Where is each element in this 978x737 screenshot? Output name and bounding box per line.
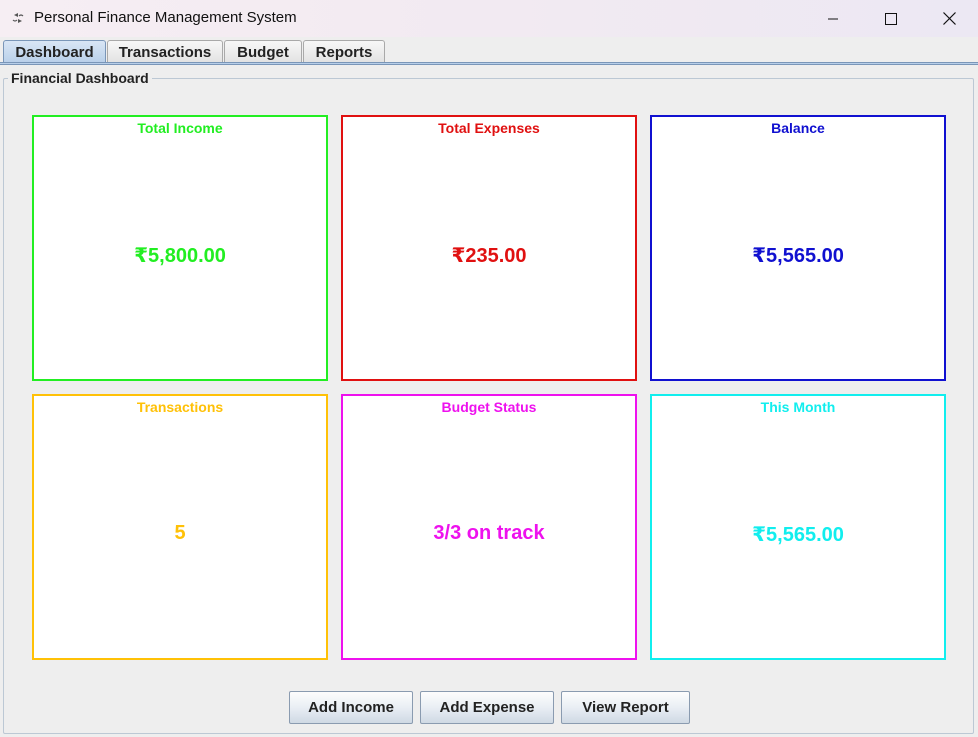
minimize-icon [828,18,838,19]
add-income-button[interactable]: Add Income [289,691,413,724]
card-value: ₹5,565.00 [752,524,844,546]
tab-transactions[interactable]: Transactions [107,40,223,63]
window-title: Personal Finance Management System [34,9,297,26]
panel-title: Financial Dashboard [8,70,152,86]
balance-card: Balance ₹5,565.00 [650,115,946,381]
card-value: ₹235.00 [451,245,527,267]
title-bar: Personal Finance Management System [0,0,978,37]
tab-strip: Dashboard Transactions Budget Reports [0,37,978,65]
total-income-card: Total Income ₹5,800.00 [32,115,328,381]
view-report-button[interactable]: View Report [561,691,690,724]
card-value: 3/3 on track [433,522,545,544]
tab-dashboard[interactable]: Dashboard [3,40,106,63]
card-value: ₹5,565.00 [752,245,844,267]
card-label: Total Expenses [438,120,540,136]
tab-reports[interactable]: Reports [303,40,385,63]
tab-underline [0,62,978,65]
card-label: Balance [771,120,825,136]
maximize-icon [885,12,897,25]
card-label: This Month [760,399,836,415]
add-expense-button[interactable]: Add Expense [420,691,554,724]
this-month-card: This Month ₹5,565.00 [650,394,946,660]
card-label: Transactions [136,399,224,415]
close-button[interactable] [920,0,978,37]
card-value: ₹5,800.00 [134,245,226,267]
maximize-button[interactable] [862,0,920,37]
card-label: Budget Status [441,399,537,415]
transactions-card: Transactions 5 [32,394,328,660]
minimize-button[interactable] [804,0,862,37]
card-value: 5 [174,522,186,544]
close-icon [942,12,956,25]
card-label: Total Income [137,120,223,136]
total-expenses-card: Total Expenses ₹235.00 [341,115,637,381]
tab-budget[interactable]: Budget [224,40,302,63]
app-finance-icon [12,13,24,23]
budget-status-card: Budget Status 3/3 on track [341,394,637,660]
